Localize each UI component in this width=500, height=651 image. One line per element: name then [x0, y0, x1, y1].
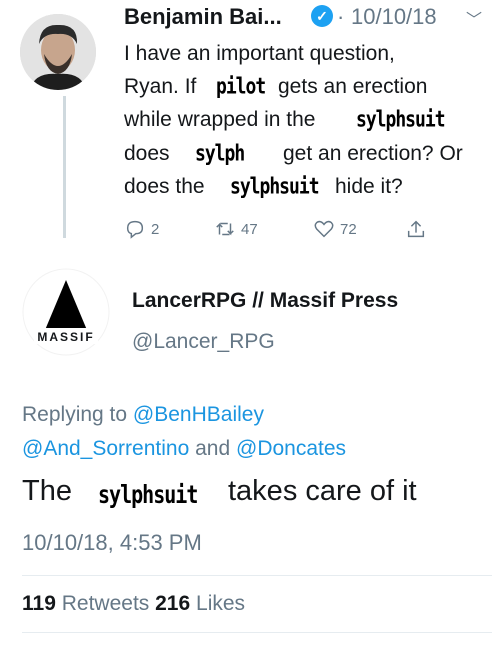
massif-logo-text: MASSIF: [37, 330, 95, 344]
like-button[interactable]: 72: [313, 218, 357, 240]
replying-to-line: Replying to @BenHBailey @And_Sorrentino …: [22, 398, 492, 466]
heart-icon: [314, 220, 334, 238]
tweet-text-line: does: [124, 142, 170, 165]
separator-dot: ·: [337, 4, 345, 29]
tweet-text-line: gets an erection: [278, 75, 428, 98]
meme-word: sylphsuit: [230, 173, 320, 200]
tweet-text-line: I have an important question,: [124, 42, 395, 65]
reply-button[interactable]: 2: [124, 218, 159, 240]
mention-link[interactable]: @Doncates: [236, 437, 346, 460]
tweet-author-name[interactable]: LancerRPG // Massif Press: [132, 289, 398, 313]
mention-link[interactable]: @And_Sorrentino: [22, 437, 189, 460]
retweets-label[interactable]: Retweets: [62, 592, 150, 615]
reply-tweet-text: The: [22, 475, 72, 508]
chevron-down-icon[interactable]: ﹀: [466, 6, 482, 30]
tweet-text-line: does the: [124, 175, 205, 198]
author-avatar[interactable]: [20, 14, 96, 90]
massif-logo-avatar[interactable]: MASSIF: [22, 268, 110, 356]
and-label: and: [195, 437, 231, 460]
share-button[interactable]: [405, 218, 427, 240]
meme-word: pilot: [216, 73, 266, 100]
avatar-photo: [20, 14, 96, 90]
tweet-author-name[interactable]: Benjamin Bai...: [124, 4, 282, 30]
divider: [22, 575, 492, 576]
tweet-text-line: hide it?: [335, 175, 403, 198]
retweet-icon: [216, 222, 234, 236]
meme-word: sylph: [195, 140, 245, 167]
tweet-stats: 119 Retweets 216 Likes: [22, 592, 245, 616]
mention-link[interactable]: @BenHBailey: [133, 403, 264, 426]
meme-word: sylphsuit: [356, 106, 446, 133]
verified-badge-icon: ✓: [311, 5, 333, 27]
tweet-text-line: Ryan. If: [124, 75, 197, 98]
reply-text-start: The: [22, 475, 72, 507]
tweet-text-line: while wrapped in the: [124, 108, 316, 131]
meme-word: sylphsuit: [98, 479, 198, 509]
likes-count[interactable]: 216: [155, 592, 190, 615]
tweet-timestamp[interactable]: 10/10/18, 4:53 PM: [22, 530, 202, 556]
share-icon: [407, 220, 425, 238]
like-count: 72: [340, 220, 357, 238]
reply-count: 2: [151, 220, 160, 238]
tweet-date-link[interactable]: 10/10/18: [351, 4, 437, 30]
tweet-text-line: get an erection? Or: [283, 142, 463, 165]
retweet-count: 47: [241, 220, 258, 238]
reply-icon: [126, 220, 144, 239]
replying-to-label: Replying to: [22, 403, 128, 426]
divider: [22, 632, 492, 633]
reply-text-end: takes care of it: [228, 475, 417, 507]
retweets-count[interactable]: 119: [22, 592, 56, 615]
tweet-author-handle[interactable]: @Lancer_RPG: [132, 330, 275, 354]
likes-label[interactable]: Likes: [196, 592, 245, 615]
retweet-button[interactable]: 47: [214, 218, 258, 240]
thread-connector-line: [63, 96, 66, 238]
